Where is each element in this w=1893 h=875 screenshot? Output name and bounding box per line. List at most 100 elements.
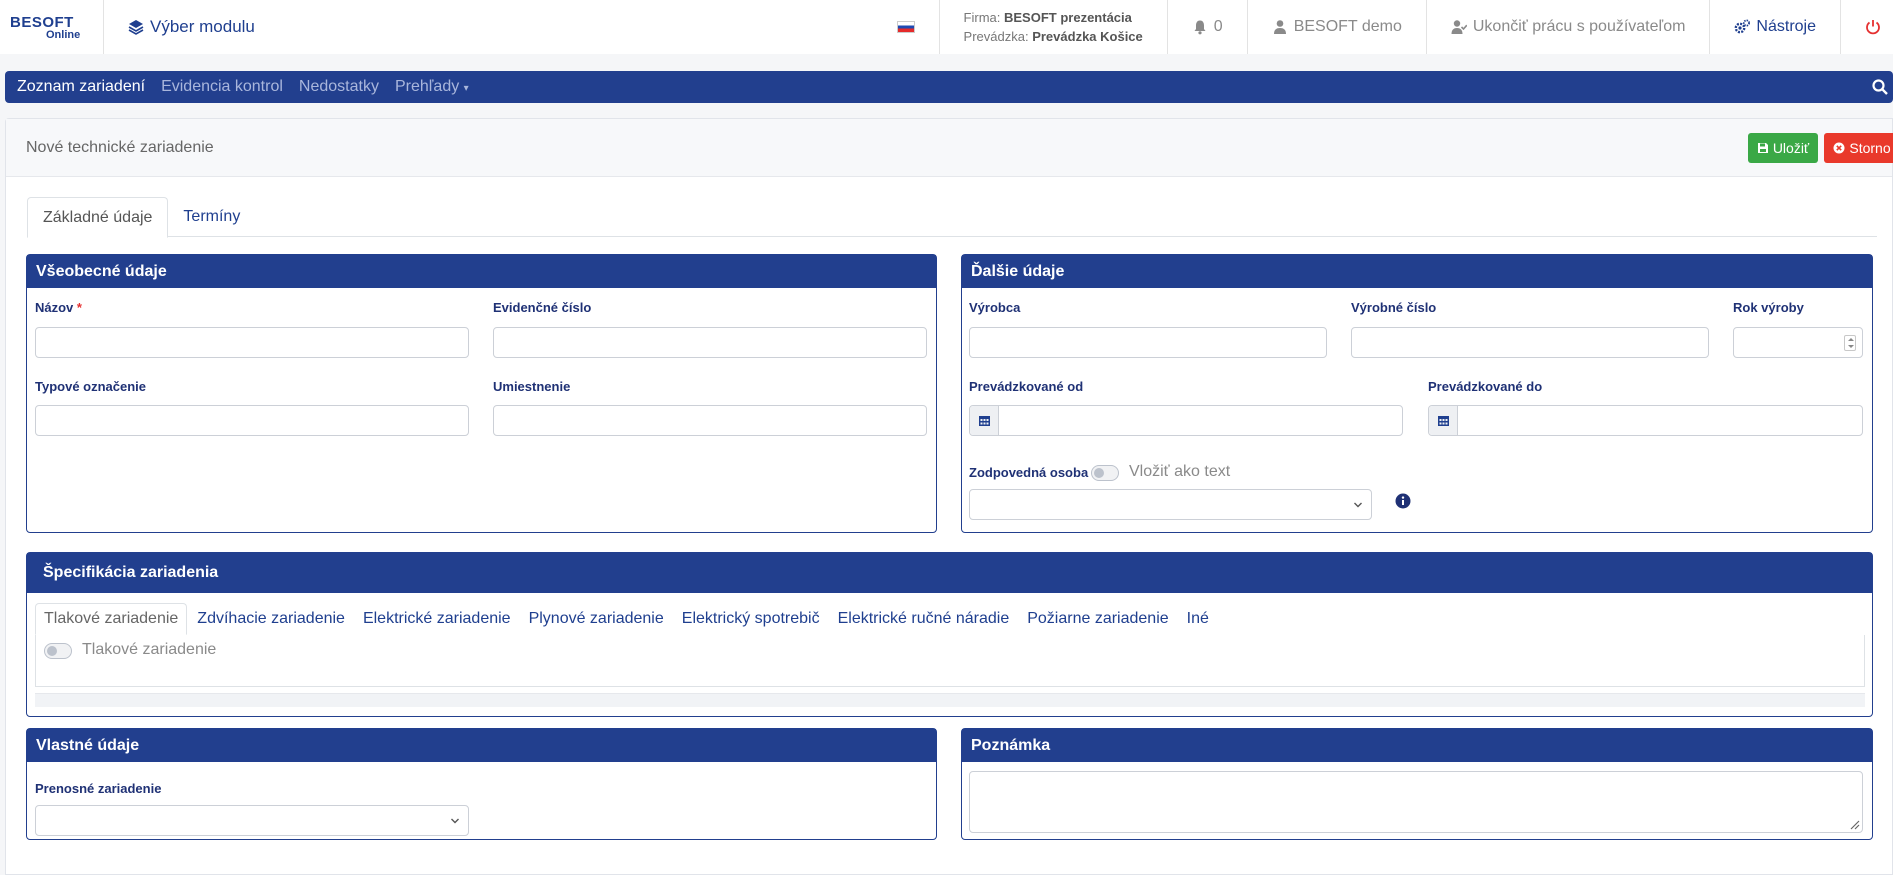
operated-to-input[interactable] bbox=[1428, 405, 1863, 436]
evid-number-input[interactable] bbox=[493, 327, 927, 358]
insert-as-text-label: Vložiť ako text bbox=[1129, 463, 1231, 480]
close-circle-icon bbox=[1833, 142, 1845, 154]
custom-data-title: Vlastné údaje bbox=[27, 729, 936, 762]
resize-handle-icon[interactable] bbox=[1848, 818, 1860, 830]
calendar-icon[interactable] bbox=[1429, 406, 1458, 435]
cancel-label: Storno bbox=[1849, 140, 1891, 156]
chevron-down-icon bbox=[1354, 502, 1362, 508]
note-card: Poznámka bbox=[961, 728, 1873, 840]
caret-down-icon: ▾ bbox=[463, 83, 469, 94]
cancel-button[interactable]: Storno bbox=[1824, 133, 1893, 163]
tools-label: Nástroje bbox=[1756, 18, 1816, 35]
specification-tabs: Tlakové zariadenie Zdvíhacie zariadenie … bbox=[35, 603, 1219, 635]
tab-electrical-appliance[interactable]: Elektrický spotrebič bbox=[674, 603, 828, 635]
pressure-device-toggle[interactable] bbox=[44, 643, 72, 659]
year-label: Rok výroby bbox=[1733, 300, 1804, 315]
specification-title: Špecifikácia zariadenia bbox=[27, 553, 1872, 593]
tab-gas-device[interactable]: Plynové zariadenie bbox=[521, 603, 672, 635]
operated-from-input[interactable] bbox=[969, 405, 1403, 436]
logo[interactable]: BESOFT Online bbox=[0, 0, 104, 54]
other-data-title: Ďalšie údaje bbox=[962, 255, 1872, 288]
end-work-button[interactable]: Ukončiť prácu s používateľom bbox=[1425, 0, 1710, 54]
general-data-card: Všeobecné údaje Názov * Evidenčné číslo … bbox=[26, 254, 937, 533]
nav-device-list[interactable]: Zoznam zariadení bbox=[17, 78, 145, 96]
language-selector[interactable] bbox=[896, 0, 939, 54]
main-panel: Nové technické zariadenie Uložiť Storno … bbox=[5, 118, 1893, 875]
insert-as-text-toggle[interactable] bbox=[1091, 465, 1119, 481]
number-spinner-icon[interactable] bbox=[1844, 335, 1856, 351]
firm-info: Firma: BESOFT prezentácia Prevádzka: Pre… bbox=[938, 0, 1167, 54]
specification-footer bbox=[35, 693, 1865, 707]
nav-overviews[interactable]: Prehľady ▾ bbox=[395, 78, 469, 96]
serial-number-label: Výrobné číslo bbox=[1351, 300, 1437, 315]
responsible-person-label: Zodpovedná osoba bbox=[969, 465, 1089, 480]
name-label: Názov * bbox=[35, 300, 82, 315]
evid-number-label: Evidenčné číslo bbox=[493, 300, 592, 315]
page-tabs: Základné údaje Termíny bbox=[27, 197, 1877, 238]
tab-lifting-device[interactable]: Zdvíhacie zariadenie bbox=[189, 603, 353, 635]
year-input[interactable] bbox=[1733, 327, 1863, 358]
serial-number-input[interactable] bbox=[1351, 327, 1709, 358]
firm-label: Firma: bbox=[963, 10, 1001, 25]
module-selector[interactable]: Výber modulu bbox=[104, 17, 255, 37]
tab-pressure-device[interactable]: Tlakové zariadenie bbox=[35, 603, 188, 635]
type-designation-label: Typové označenie bbox=[35, 379, 147, 394]
panel-header: Nové technické zariadenie Uložiť Storno bbox=[6, 119, 1893, 177]
main-nav: Zoznam zariadení Evidencia kontrol Nedos… bbox=[5, 71, 1893, 103]
type-designation-input[interactable] bbox=[35, 405, 469, 436]
other-data-card: Ďalšie údaje Výrobca Výrobné číslo Rok v… bbox=[961, 254, 1873, 533]
end-work-label: Ukončiť prácu s používateľom bbox=[1472, 18, 1686, 35]
location-label: Umiestnenie bbox=[493, 379, 571, 394]
nav-inspections[interactable]: Evidencia kontrol bbox=[161, 78, 283, 96]
custom-data-card: Vlastné údaje Prenosné zariadenie bbox=[26, 728, 937, 840]
page-title: Nové technické zariadenie bbox=[26, 138, 214, 156]
general-data-title: Všeobecné údaje bbox=[27, 255, 936, 288]
user-name: BESOFT demo bbox=[1293, 18, 1402, 35]
nav-defects[interactable]: Nedostatky bbox=[299, 78, 379, 96]
responsible-person-select[interactable] bbox=[969, 489, 1372, 520]
logout-button[interactable] bbox=[1840, 0, 1893, 54]
info-icon[interactable] bbox=[1395, 493, 1411, 509]
top-bar: BESOFT Online Výber modulu Firma: BESOFT… bbox=[0, 0, 1893, 54]
tab-fire-device[interactable]: Požiarne zariadenie bbox=[1019, 603, 1176, 635]
module-selector-label: Výber modulu bbox=[150, 17, 255, 36]
notifications-count: 0 bbox=[1213, 18, 1223, 35]
pressure-device-toggle-label: Tlakové zariadenie bbox=[82, 641, 217, 658]
save-icon bbox=[1757, 143, 1768, 153]
firm-value: BESOFT prezentácia bbox=[1004, 10, 1132, 25]
specification-card: Špecifikácia zariadenia Tlakové zariaden… bbox=[26, 552, 1873, 717]
name-input[interactable] bbox=[35, 327, 469, 358]
portable-device-select[interactable] bbox=[35, 805, 469, 836]
power-icon bbox=[1866, 20, 1880, 35]
required-mark: * bbox=[76, 300, 82, 315]
notifications-button[interactable]: 0 bbox=[1166, 0, 1247, 54]
operated-to-label: Prevádzkované do bbox=[1428, 379, 1543, 394]
manufacturer-label: Výrobca bbox=[969, 300, 1021, 315]
specification-tab-content: Tlakové zariadenie bbox=[35, 635, 1865, 687]
logo-subtext: Online bbox=[46, 28, 81, 41]
branch-label: Prevádzka: bbox=[963, 29, 1029, 44]
tab-basic-data[interactable]: Základné údaje bbox=[27, 197, 169, 238]
user-icon bbox=[1273, 20, 1286, 34]
search-icon[interactable] bbox=[1871, 78, 1889, 96]
branch-value: Prevádzka Košice bbox=[1032, 29, 1143, 44]
user-check-icon bbox=[1451, 20, 1467, 34]
tools-menu[interactable]: Nástroje bbox=[1709, 0, 1840, 54]
tab-electrical-device[interactable]: Elektrické zariadenie bbox=[355, 603, 519, 635]
note-title: Poznámka bbox=[962, 729, 1872, 762]
portable-device-label: Prenosné zariadenie bbox=[35, 781, 162, 796]
gears-icon bbox=[1735, 19, 1751, 34]
calendar-icon[interactable] bbox=[970, 406, 999, 435]
name-label-text: Názov bbox=[35, 300, 74, 315]
layers-icon bbox=[128, 20, 144, 35]
save-label: Uložiť bbox=[1772, 140, 1810, 156]
user-menu[interactable]: BESOFT demo bbox=[1246, 0, 1426, 54]
note-textarea[interactable] bbox=[969, 771, 1863, 833]
tab-hand-tools[interactable]: Elektrické ručné náradie bbox=[830, 603, 1018, 635]
tab-terms[interactable]: Termíny bbox=[168, 197, 255, 237]
location-input[interactable] bbox=[493, 405, 927, 436]
save-button[interactable]: Uložiť bbox=[1748, 133, 1818, 163]
manufacturer-input[interactable] bbox=[969, 327, 1327, 358]
tab-other[interactable]: Iné bbox=[1179, 603, 1217, 635]
chevron-down-icon bbox=[451, 818, 459, 824]
